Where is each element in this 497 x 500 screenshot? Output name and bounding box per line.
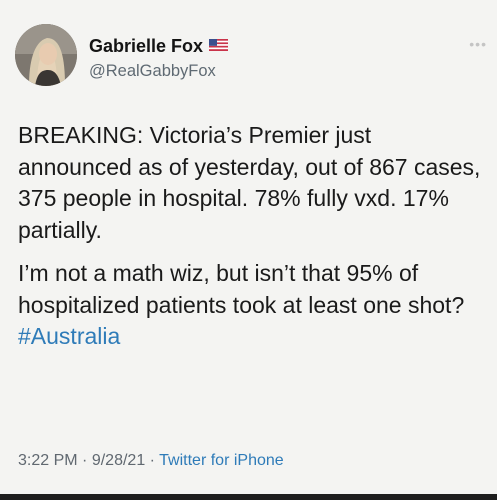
avatar[interactable] [15, 24, 77, 86]
tweet-paragraph-1: BREAKING: Victoria’s Premier just announ… [18, 122, 481, 243]
user-handle[interactable]: @RealGabbyFox [89, 62, 216, 81]
meta-separator: · [149, 452, 155, 469]
hashtag-link[interactable]: #Australia [18, 323, 120, 349]
tweet-meta: 3:22 PM · 9/28/21 · Twitter for iPhone [18, 452, 284, 470]
display-name-text: Gabrielle Fox [89, 36, 204, 56]
display-name[interactable]: Gabrielle Fox [89, 35, 229, 57]
tweet-paragraph-2-text: I’m not a math wiz, but isn’t that 95% o… [18, 260, 465, 318]
tweet-source-link[interactable]: Twitter for iPhone [159, 452, 284, 469]
more-horizontal-icon[interactable]: ••• [469, 36, 487, 52]
us-flag-icon [209, 35, 229, 56]
meta-separator: · [82, 452, 88, 469]
tweet-date[interactable]: 9/28/21 [92, 452, 145, 469]
tweet-time[interactable]: 3:22 PM [18, 452, 78, 469]
tweet-paragraph-2: I’m not a math wiz, but isn’t that 95% o… [18, 258, 488, 353]
tweet-card: Gabrielle Fox @RealGabbyFox ••• BREAKING… [0, 0, 497, 500]
tweet-text: BREAKING: Victoria’s Premier just announ… [18, 120, 488, 353]
